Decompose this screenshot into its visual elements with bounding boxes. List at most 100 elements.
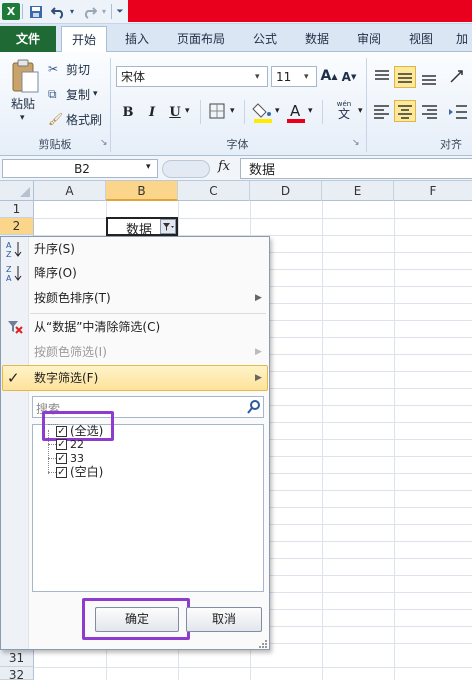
- font-color-icon[interactable]: A: [285, 100, 307, 124]
- orientation-icon[interactable]: [448, 68, 468, 86]
- redo-icon: [82, 3, 98, 20]
- list-item-label: (全选): [70, 424, 104, 438]
- font-launcher-icon[interactable]: ↘: [352, 138, 360, 148]
- bold-button[interactable]: B: [120, 102, 136, 122]
- copy-button[interactable]: ⧉ 复制 ▾: [48, 85, 98, 103]
- underline-dropdown-icon[interactable]: ▾: [185, 106, 190, 116]
- font-color-dropdown-icon[interactable]: ▾: [308, 106, 313, 116]
- name-box-dropdown-icon[interactable]: ▾: [146, 162, 151, 172]
- name-box-value: B2: [74, 161, 90, 176]
- fill-color-dropdown-icon[interactable]: ▾: [275, 106, 280, 116]
- underline-button[interactable]: U: [167, 102, 183, 122]
- font-size-dropdown-icon[interactable]: ▾: [304, 72, 316, 82]
- paste-button[interactable]: 粘贴: [11, 95, 35, 111]
- list-item[interactable]: ✓ 33: [56, 452, 84, 465]
- shrink-font-icon[interactable]: A ▼: [340, 68, 358, 86]
- name-box[interactable]: B2: [2, 159, 158, 178]
- format-painter-button[interactable]: 🖌 格式刷: [48, 110, 102, 128]
- indent-icon[interactable]: [448, 103, 468, 121]
- tab-file[interactable]: 文件: [0, 26, 56, 52]
- checkbox-icon[interactable]: ✓: [56, 425, 67, 437]
- tab-formulas[interactable]: 公式: [243, 26, 287, 52]
- list-item-select-all[interactable]: ✓ (全选): [56, 424, 103, 438]
- menu-sort-ascending[interactable]: 升序(S): [34, 237, 75, 261]
- redo-dropdown-icon: ▾: [101, 7, 106, 16]
- row-header-32[interactable]: 32: [0, 667, 34, 680]
- copy-dropdown-icon[interactable]: ▾: [93, 89, 98, 99]
- list-item[interactable]: ✓ (空白): [56, 466, 103, 479]
- list-item-label: (空白): [70, 465, 104, 479]
- filter-dropdown-button[interactable]: [160, 219, 176, 234]
- row-header-1[interactable]: 1: [0, 201, 34, 218]
- tab-page-layout[interactable]: 页面布局: [168, 26, 234, 52]
- paste-icon[interactable]: [10, 58, 40, 94]
- column-header-a[interactable]: A: [34, 181, 106, 201]
- font-name-box[interactable]: 宋体 ▾: [116, 66, 268, 87]
- align-bottom-icon[interactable]: [420, 68, 438, 86]
- menu-filter-by-color: 按颜色筛选(I): [34, 345, 107, 359]
- tab-data[interactable]: 数据: [295, 26, 339, 52]
- align-right-icon[interactable]: [420, 103, 438, 121]
- font-size-box[interactable]: 11 ▾: [271, 66, 317, 87]
- scissors-icon: ✂: [48, 62, 59, 76]
- column-header-c[interactable]: C: [178, 181, 250, 201]
- align-center-icon[interactable]: [394, 100, 416, 122]
- border-dropdown-icon[interactable]: ▾: [230, 106, 235, 116]
- row-header-2[interactable]: 2: [0, 218, 34, 235]
- cancel-button[interactable]: 取消: [186, 607, 262, 632]
- menu-number-filter[interactable]: 数字筛选(F): [34, 366, 98, 390]
- column-header-f[interactable]: F: [394, 181, 472, 201]
- checkbox-icon[interactable]: ✓: [56, 467, 67, 478]
- svg-text:A: A: [6, 274, 12, 282]
- tab-view[interactable]: 视图: [399, 26, 443, 52]
- undo-icon[interactable]: [50, 3, 66, 20]
- column-header-b[interactable]: B: [106, 181, 178, 201]
- column-header-e[interactable]: E: [322, 181, 394, 201]
- menu-sort-by-color[interactable]: 按颜色排序(T): [34, 286, 111, 310]
- italic-button[interactable]: I: [144, 102, 160, 122]
- search-icon[interactable]: [246, 399, 262, 415]
- checkmark-icon: ✓: [7, 369, 20, 387]
- menu-sort-descending[interactable]: 降序(O): [34, 261, 77, 285]
- grow-font-icon[interactable]: A ▲: [320, 66, 338, 86]
- cut-button[interactable]: ✂ 剪切: [48, 60, 90, 78]
- border-icon[interactable]: [208, 102, 228, 122]
- tab-home[interactable]: 开始: [61, 26, 107, 53]
- align-top-icon[interactable]: [373, 68, 391, 86]
- save-icon[interactable]: [28, 3, 44, 20]
- brush-icon: 🖌: [48, 112, 64, 126]
- align-left-icon[interactable]: [373, 103, 391, 121]
- phonetic-char: 文: [337, 107, 350, 121]
- checkbox-icon[interactable]: ✓: [56, 439, 67, 450]
- sort-ascending-icon: AZ: [5, 240, 23, 259]
- tab-addins[interactable]: 加: [452, 26, 472, 52]
- align-middle-icon[interactable]: [394, 66, 416, 88]
- phonetic-dropdown-icon[interactable]: ▾: [358, 106, 363, 116]
- font-name-dropdown-icon[interactable]: ▾: [255, 72, 267, 82]
- clipboard-group-label: 剪贴板: [38, 138, 72, 151]
- phonetic-guide-button[interactable]: wén 文: [330, 100, 358, 124]
- tab-insert[interactable]: 插入: [115, 26, 159, 52]
- insert-function-button[interactable]: fx: [218, 159, 230, 174]
- formula-bar-splitter[interactable]: [162, 160, 210, 178]
- paste-dropdown-icon[interactable]: ▾: [20, 112, 25, 124]
- menu-clear-filter[interactable]: 从“数据”中清除筛选(C): [34, 315, 160, 339]
- select-all-corner[interactable]: [0, 181, 34, 201]
- menu-icon-column: [1, 237, 29, 649]
- svg-text:Z: Z: [6, 250, 12, 258]
- svg-text:A: A: [290, 102, 301, 120]
- customize-toolbar-icon[interactable]: ⏷: [115, 3, 125, 20]
- clipboard-launcher-icon[interactable]: ↘: [100, 138, 108, 148]
- alignment-group-label: 对齐: [440, 138, 462, 151]
- fill-color-icon[interactable]: [252, 100, 274, 124]
- undo-dropdown-icon[interactable]: ▾: [67, 3, 77, 20]
- resize-grip-icon[interactable]: [258, 638, 268, 648]
- list-item[interactable]: ✓ 22: [56, 438, 84, 451]
- ok-button[interactable]: 确定: [95, 607, 179, 632]
- checkbox-icon[interactable]: ✓: [56, 453, 67, 464]
- tab-review[interactable]: 审阅: [347, 26, 391, 52]
- formula-input[interactable]: 数据: [240, 158, 472, 179]
- row-header-31[interactable]: 31: [0, 650, 34, 667]
- copy-label: 复制: [66, 87, 91, 102]
- column-header-d[interactable]: D: [250, 181, 322, 201]
